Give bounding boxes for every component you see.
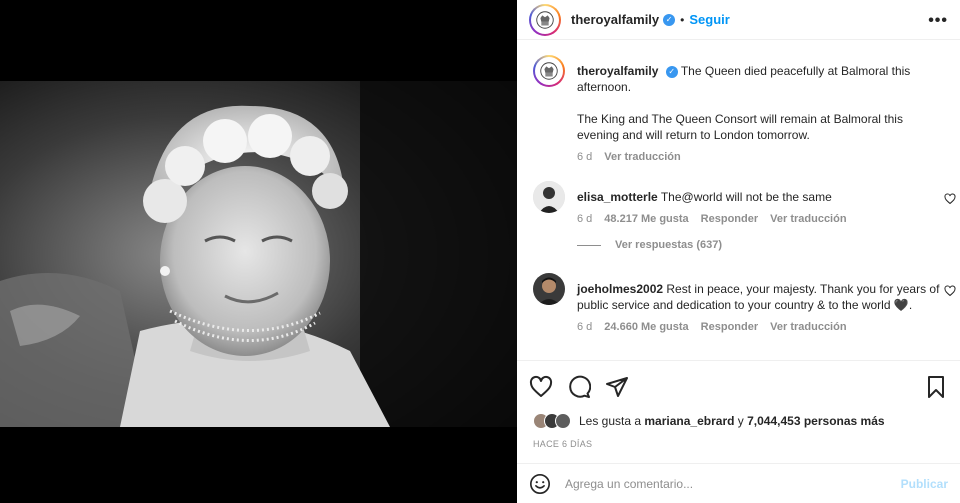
likes-summary[interactable]: Les gusta a mariana_ebrard y 7,044,453 p…	[517, 407, 960, 429]
royal-crest-icon	[540, 62, 558, 80]
comment-icon[interactable]	[567, 375, 591, 399]
comment-translate-link[interactable]: Ver traducción	[770, 321, 846, 333]
caption-time[interactable]: 6 d	[577, 151, 592, 163]
post-media	[0, 0, 517, 503]
verified-icon: ✓	[665, 65, 678, 78]
view-replies-button[interactable]: Ver respuestas (637)	[517, 239, 960, 251]
more-icon[interactable]: •••	[928, 12, 948, 30]
post-header: theroyalfamily ✓ • Seguir •••	[517, 0, 960, 40]
comments-list[interactable]: theroyalfamily ✓ The Queen died peaceful…	[517, 55, 960, 370]
comment-translate-link[interactable]: Ver traducción	[770, 213, 846, 225]
comment-likes[interactable]: 48.217 Me gusta	[604, 213, 688, 225]
commenter-avatar[interactable]	[533, 181, 565, 213]
post-side-panel: theroyalfamily ✓ • Seguir ••• theroyalfa…	[517, 0, 960, 503]
view-replies-label: Ver respuestas (637)	[615, 239, 723, 251]
caption-text-2: The King and The Queen Consort will rema…	[577, 112, 903, 142]
caption-avatar[interactable]	[533, 55, 565, 87]
comment-time[interactable]: 6 d	[577, 213, 592, 225]
verified-icon: ✓	[663, 13, 676, 26]
likes-user-link[interactable]: mariana_ebrard	[644, 414, 734, 428]
comment-item: elisa_motterle The@world will not be the…	[517, 181, 960, 225]
reply-button[interactable]: Responder	[701, 213, 758, 225]
post-caption: theroyalfamily ✓ The Queen died peaceful…	[517, 55, 960, 163]
bookmark-icon[interactable]	[924, 375, 948, 399]
author-avatar[interactable]	[529, 3, 561, 36]
likes-conj: y	[737, 414, 744, 428]
comment-username[interactable]: joeholmes2002	[577, 282, 663, 296]
likes-prefix: Les gusta a	[579, 414, 642, 428]
comment-username[interactable]: elisa_motterle	[577, 190, 658, 204]
replies-divider	[577, 244, 601, 246]
emoji-icon[interactable]	[529, 473, 551, 495]
reply-button[interactable]: Responder	[701, 321, 758, 333]
liker-avatar	[555, 413, 571, 429]
post-photo[interactable]	[0, 81, 517, 427]
caption-username[interactable]: theroyalfamily	[577, 64, 658, 78]
user-avatar-image	[533, 273, 565, 305]
royal-crest-icon	[536, 10, 554, 29]
share-icon[interactable]	[605, 375, 629, 399]
post-timestamp[interactable]: HACE 6 DÍAS	[517, 429, 960, 449]
author-username[interactable]: theroyalfamily	[571, 12, 659, 27]
black-heart-emoji: 🖤	[893, 298, 909, 312]
follow-button[interactable]: Seguir	[689, 12, 729, 27]
comment-item: joeholmes2002 Rest in peace, your majest…	[517, 273, 960, 333]
publish-button[interactable]: Publicar	[901, 477, 948, 491]
post-modal: theroyalfamily ✓ • Seguir ••• theroyalfa…	[0, 0, 960, 503]
comment-like-heart-icon[interactable]	[944, 285, 956, 297]
user-avatar-image	[533, 181, 565, 213]
caption-translate-link[interactable]: Ver traducción	[604, 151, 680, 163]
comment-text: The@world will not be the same	[660, 190, 832, 204]
comment-input[interactable]	[565, 476, 901, 491]
heart-icon[interactable]	[529, 375, 553, 399]
queen-portrait-image	[0, 81, 517, 427]
comment-composer: Publicar	[517, 463, 960, 503]
commenter-avatar[interactable]	[533, 273, 565, 305]
comment-likes[interactable]: 24.660 Me gusta	[604, 321, 688, 333]
separator-dot: •	[680, 12, 685, 27]
likes-count-link[interactable]: 7,044,453 personas más	[747, 414, 884, 428]
comment-time[interactable]: 6 d	[577, 321, 592, 333]
comment-like-heart-icon[interactable]	[944, 193, 956, 205]
liker-avatars	[533, 413, 571, 429]
